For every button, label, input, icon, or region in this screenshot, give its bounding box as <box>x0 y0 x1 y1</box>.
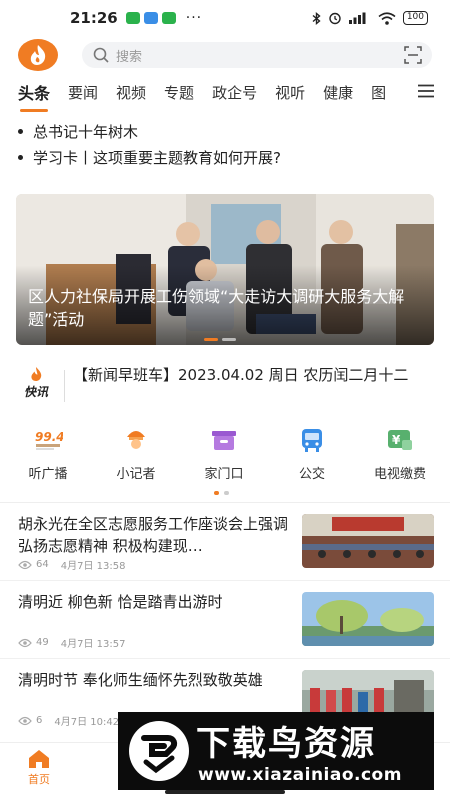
service-label: 家门口 <box>204 467 244 482</box>
view-count: 64 <box>36 559 49 570</box>
news-item[interactable]: 清明近 柳色新 恰是踏青出游时 49 4月7日 13:57 <box>0 580 450 658</box>
reporter-icon <box>121 426 151 454</box>
news-meta: 64 4月7日 13:58 <box>18 557 125 572</box>
search-input[interactable]: 搜索 <box>82 42 432 68</box>
publish-date: 4月7日 10:42 <box>54 717 120 728</box>
publish-date: 4月7日 13:58 <box>60 561 126 572</box>
flash-news-logo: 快讯 <box>18 366 54 400</box>
news-meta: 6 4月7日 10:42 <box>18 713 119 728</box>
tab-headlines[interactable]: 头条 <box>18 80 50 112</box>
news-thumbnail <box>302 514 434 568</box>
tab-topics[interactable]: 专题 <box>164 82 194 103</box>
svg-text:¥: ¥ <box>392 433 401 447</box>
service-grid: 99.4 听广播 小记者 家门口 公交 ¥ 电视缴费 <box>0 426 450 488</box>
headline-text: 学习卡丨这项重要主题教育如何开展? <box>33 148 281 167</box>
menu-icon[interactable] <box>418 84 434 98</box>
service-label: 听广播 <box>28 467 68 482</box>
view-count: 49 <box>36 637 49 648</box>
wechat-icon <box>125 12 140 24</box>
news-item[interactable]: 胡永光在全区志愿服务工作座谈会上强调 弘扬志愿精神 积极构建现… 64 4月7日… <box>0 502 450 580</box>
more-notifications-icon: ··· <box>185 10 203 26</box>
headline-item[interactable]: 学习卡丨这项重要主题教育如何开展? <box>18 144 438 170</box>
tab-pictures[interactable]: 图 <box>371 82 386 103</box>
tab-news[interactable]: 要闻 <box>68 82 98 103</box>
header: 搜索 <box>0 38 450 72</box>
top-headlines: 总书记十年树木 学习卡丨这项重要主题教育如何开展? <box>18 118 438 170</box>
bus-icon <box>297 426 327 454</box>
bullet <box>18 154 23 160</box>
carousel-indicator <box>204 338 236 341</box>
divider <box>64 370 65 402</box>
carousel-dot <box>222 338 236 341</box>
publish-date: 4月7日 13:57 <box>60 639 126 650</box>
bird-logo-icon <box>129 721 189 781</box>
home-indicator[interactable] <box>165 790 285 794</box>
service-tv-payment[interactable]: ¥ 电视缴费 <box>356 426 444 488</box>
scan-icon[interactable] <box>404 46 422 64</box>
news-list: 胡永光在全区志愿服务工作座谈会上强调 弘扬志愿精神 积极构建现… 64 4月7日… <box>0 502 450 736</box>
battery-icon: 100 <box>402 11 428 25</box>
tab-audiovisual[interactable]: 视听 <box>275 82 305 103</box>
radio-icon: 99.4 <box>33 426 63 454</box>
flash-news-label: 快讯 <box>23 385 48 399</box>
watermark-url: www.xiazainiao.com <box>198 765 402 785</box>
channel-tabs: 头条 要闻 视频 专题 政企号 视听 健康 图 <box>0 76 450 112</box>
flame-logo-icon[interactable] <box>18 39 58 71</box>
watermark-overlay: 下载鸟资源 www.xiazainiao.com <box>118 712 434 790</box>
tab-government[interactable]: 政企号 <box>212 82 257 103</box>
view-count: 6 <box>36 715 43 726</box>
eye-icon <box>18 716 32 725</box>
news-title: 清明时节 奉化师生缅怀先烈致敬英雄 <box>18 671 263 689</box>
carousel-dot-active <box>204 338 218 341</box>
signal-icon <box>348 12 366 24</box>
message-app-icon <box>143 12 158 24</box>
status-time: 21:26 <box>70 9 118 27</box>
status-bar: 21:26 ··· 100 <box>0 0 450 36</box>
eye-icon <box>18 638 32 647</box>
service-radio[interactable]: 99.4 听广播 <box>4 426 92 488</box>
headline-text: 总书记十年树木 <box>33 122 139 141</box>
download-icon <box>161 12 176 24</box>
bullet <box>18 128 23 134</box>
headline-item[interactable]: 总书记十年树木 <box>18 118 438 144</box>
service-label: 电视缴费 <box>373 467 426 482</box>
bluetooth-icon <box>312 11 321 25</box>
page-dot <box>224 491 229 495</box>
news-title: 胡永光在全区志愿服务工作座谈会上强调 弘扬志愿精神 积极构建现… <box>18 515 289 555</box>
doorstep-icon <box>209 426 239 454</box>
service-bus[interactable]: 公交 <box>268 426 356 488</box>
search-placeholder: 搜索 <box>116 49 143 65</box>
nav-home[interactable]: 首页 <box>28 749 50 787</box>
home-icon <box>29 750 49 768</box>
banner-carousel[interactable]: 区人力社保局开展工伤领域“大走访大调研大服务大解题”活动 <box>16 194 434 345</box>
flash-news-text: 【新闻早班车】2023.04.02 周日 农历闰二月十二 <box>73 366 409 384</box>
nav-home-label: 首页 <box>28 773 50 786</box>
news-title: 清明近 柳色新 恰是踏青出游时 <box>18 593 223 611</box>
flash-news[interactable]: 快讯 【新闻早班车】2023.04.02 周日 农历闰二月十二 <box>18 366 438 406</box>
search-icon <box>93 47 109 63</box>
eye-icon <box>18 560 32 569</box>
banner-title: 区人力社保局开展工伤领域“大走访大调研大服务大解题”活动 <box>28 287 405 329</box>
tv-payment-icon: ¥ <box>385 426 415 454</box>
service-label: 小记者 <box>116 467 156 482</box>
tab-health[interactable]: 健康 <box>323 82 353 103</box>
service-doorstep[interactable]: 家门口 <box>180 426 268 488</box>
service-reporter[interactable]: 小记者 <box>92 426 180 488</box>
alarm-icon <box>329 12 341 25</box>
service-page-indicator <box>214 491 229 495</box>
svg-text:99.4: 99.4 <box>35 430 63 444</box>
watermark-title: 下载鸟资源 <box>196 724 376 764</box>
tab-video[interactable]: 视频 <box>116 82 146 103</box>
page-dot-active <box>214 491 219 495</box>
wifi-icon <box>378 11 396 25</box>
service-label: 公交 <box>298 467 325 482</box>
flame-icon <box>31 367 42 381</box>
news-meta: 49 4月7日 13:57 <box>18 635 125 650</box>
news-thumbnail <box>302 592 434 646</box>
